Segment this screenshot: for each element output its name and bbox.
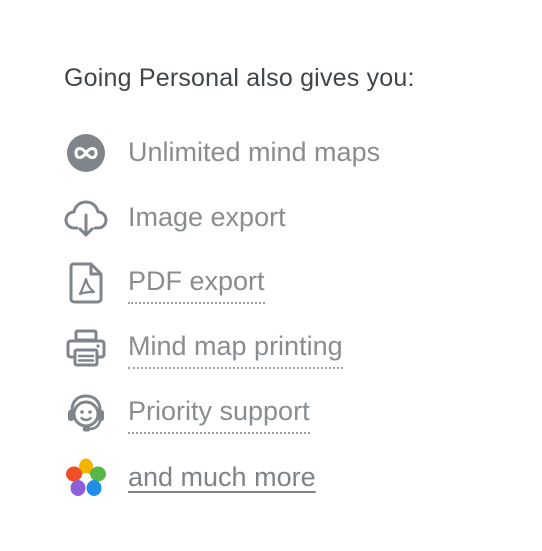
headset-icon bbox=[64, 391, 108, 435]
feature-list: Unlimited mind maps Image export PDF exp… bbox=[64, 120, 524, 510]
feature-label[interactable]: Priority support bbox=[128, 392, 310, 434]
benefits-heading: Going Personal also gives you: bbox=[64, 64, 415, 92]
feature-label[interactable]: PDF export bbox=[128, 262, 265, 304]
feature-and-much-more[interactable]: and much more bbox=[64, 445, 524, 510]
infinity-icon bbox=[64, 131, 108, 175]
feature-label: Unlimited mind maps bbox=[128, 136, 381, 167]
feature-image-export: Image export bbox=[64, 185, 524, 250]
cloud-download-icon bbox=[64, 196, 108, 240]
feature-pdf-export[interactable]: PDF export bbox=[64, 250, 524, 315]
feature-priority-support[interactable]: Priority support bbox=[64, 380, 524, 445]
pdf-file-icon bbox=[64, 261, 108, 305]
colorful-flower-icon bbox=[64, 456, 108, 500]
feature-label: Image export bbox=[128, 201, 286, 232]
feature-unlimited-mind-maps: Unlimited mind maps bbox=[64, 120, 524, 185]
upgrade-benefits-panel: Going Personal also gives you: Unlimited… bbox=[64, 58, 524, 510]
feature-label[interactable]: Mind map printing bbox=[128, 327, 343, 369]
feature-mind-map-printing[interactable]: Mind map printing bbox=[64, 315, 524, 380]
and-much-more-link[interactable]: and much more bbox=[128, 458, 316, 498]
printer-icon bbox=[64, 326, 108, 370]
